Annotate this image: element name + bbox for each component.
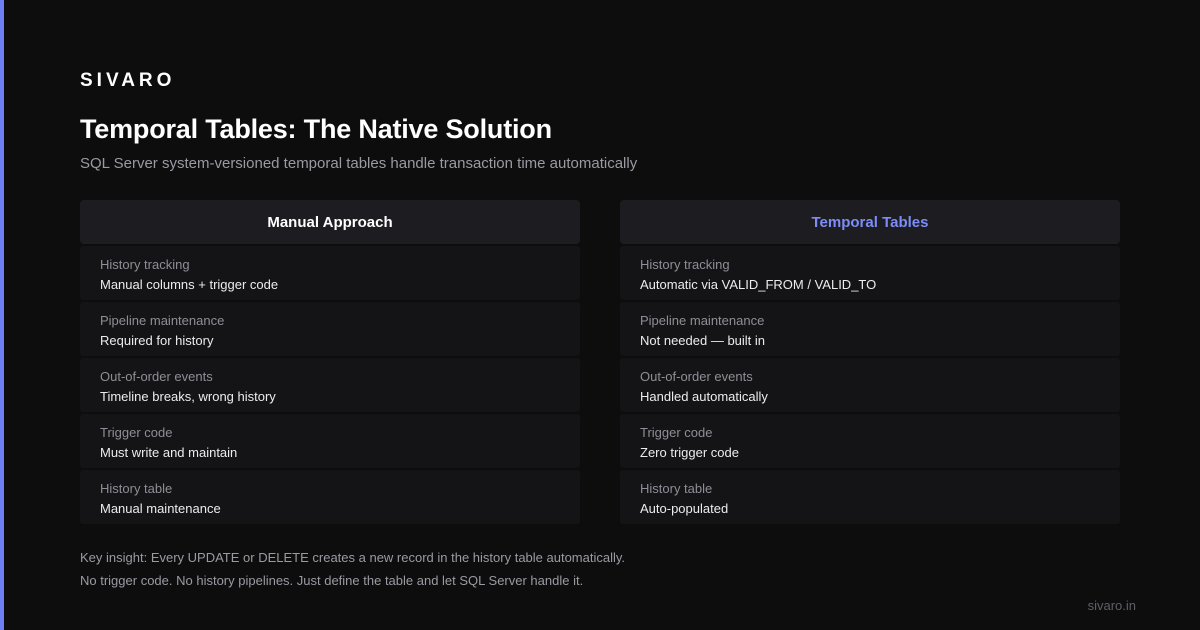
comparison-row: Pipeline maintenance Required for histor…	[80, 302, 580, 356]
row-value: Zero trigger code	[640, 445, 739, 460]
comparison-row: Trigger code Must write and maintain	[80, 414, 580, 468]
row-value: Timeline breaks, wrong history	[100, 389, 276, 404]
page-title: Temporal Tables: The Native Solution	[80, 114, 552, 144]
row-label: Out-of-order events	[100, 369, 213, 384]
row-value: Handled automatically	[640, 389, 768, 404]
row-label: History tracking	[640, 257, 730, 272]
accent-bar	[0, 0, 4, 630]
row-label: History table	[100, 481, 173, 496]
comparison-row: History table Auto-populated	[620, 470, 1120, 524]
footer-url: sivaro.in	[1087, 598, 1136, 613]
insight-line: No trigger code. No history pipelines. J…	[80, 573, 584, 588]
column-header-temporal: Temporal Tables	[620, 200, 1120, 244]
comparison-row: Trigger code Zero trigger code	[620, 414, 1120, 468]
column-header-manual: Manual Approach	[80, 200, 580, 244]
row-label: History table	[640, 481, 713, 496]
row-value: Required for history	[100, 333, 214, 348]
comparison-row: Pipeline maintenance Not needed — built …	[620, 302, 1120, 356]
manual-approach-column: Manual Approach History tracking Manual …	[80, 200, 580, 524]
row-label: Pipeline maintenance	[640, 313, 765, 328]
temporal-tables-column: Temporal Tables History tracking Automat…	[620, 200, 1120, 524]
slide: SIVARO Temporal Tables: The Native Solut…	[0, 0, 1200, 630]
row-value: Automatic via VALID_FROM / VALID_TO	[640, 277, 877, 292]
row-label: Trigger code	[100, 425, 173, 440]
comparison-row: History tracking Automatic via VALID_FRO…	[620, 246, 1120, 300]
comparison-row: Out-of-order events Timeline breaks, wro…	[80, 358, 580, 412]
row-label: Pipeline maintenance	[100, 313, 225, 328]
row-value: Manual maintenance	[100, 501, 221, 516]
key-insight: Key insight: Every UPDATE or DELETE crea…	[80, 546, 625, 592]
comparison-row: Out-of-order events Handled automaticall…	[620, 358, 1120, 412]
row-label: Out-of-order events	[640, 369, 753, 384]
row-label: Trigger code	[640, 425, 713, 440]
brand-logo: SIVARO	[80, 70, 176, 91]
page-subtitle: SQL Server system-versioned temporal tab…	[80, 155, 638, 172]
row-value: Must write and maintain	[100, 445, 238, 460]
row-value: Not needed — built in	[640, 333, 766, 348]
row-value: Manual columns + trigger code	[100, 277, 279, 292]
row-label: History tracking	[100, 257, 190, 272]
row-value: Auto-populated	[640, 501, 729, 516]
comparison-row: History tracking Manual columns + trigge…	[80, 246, 580, 300]
insight-line: Key insight: Every UPDATE or DELETE crea…	[80, 550, 626, 565]
comparison-row: History table Manual maintenance	[80, 470, 580, 524]
